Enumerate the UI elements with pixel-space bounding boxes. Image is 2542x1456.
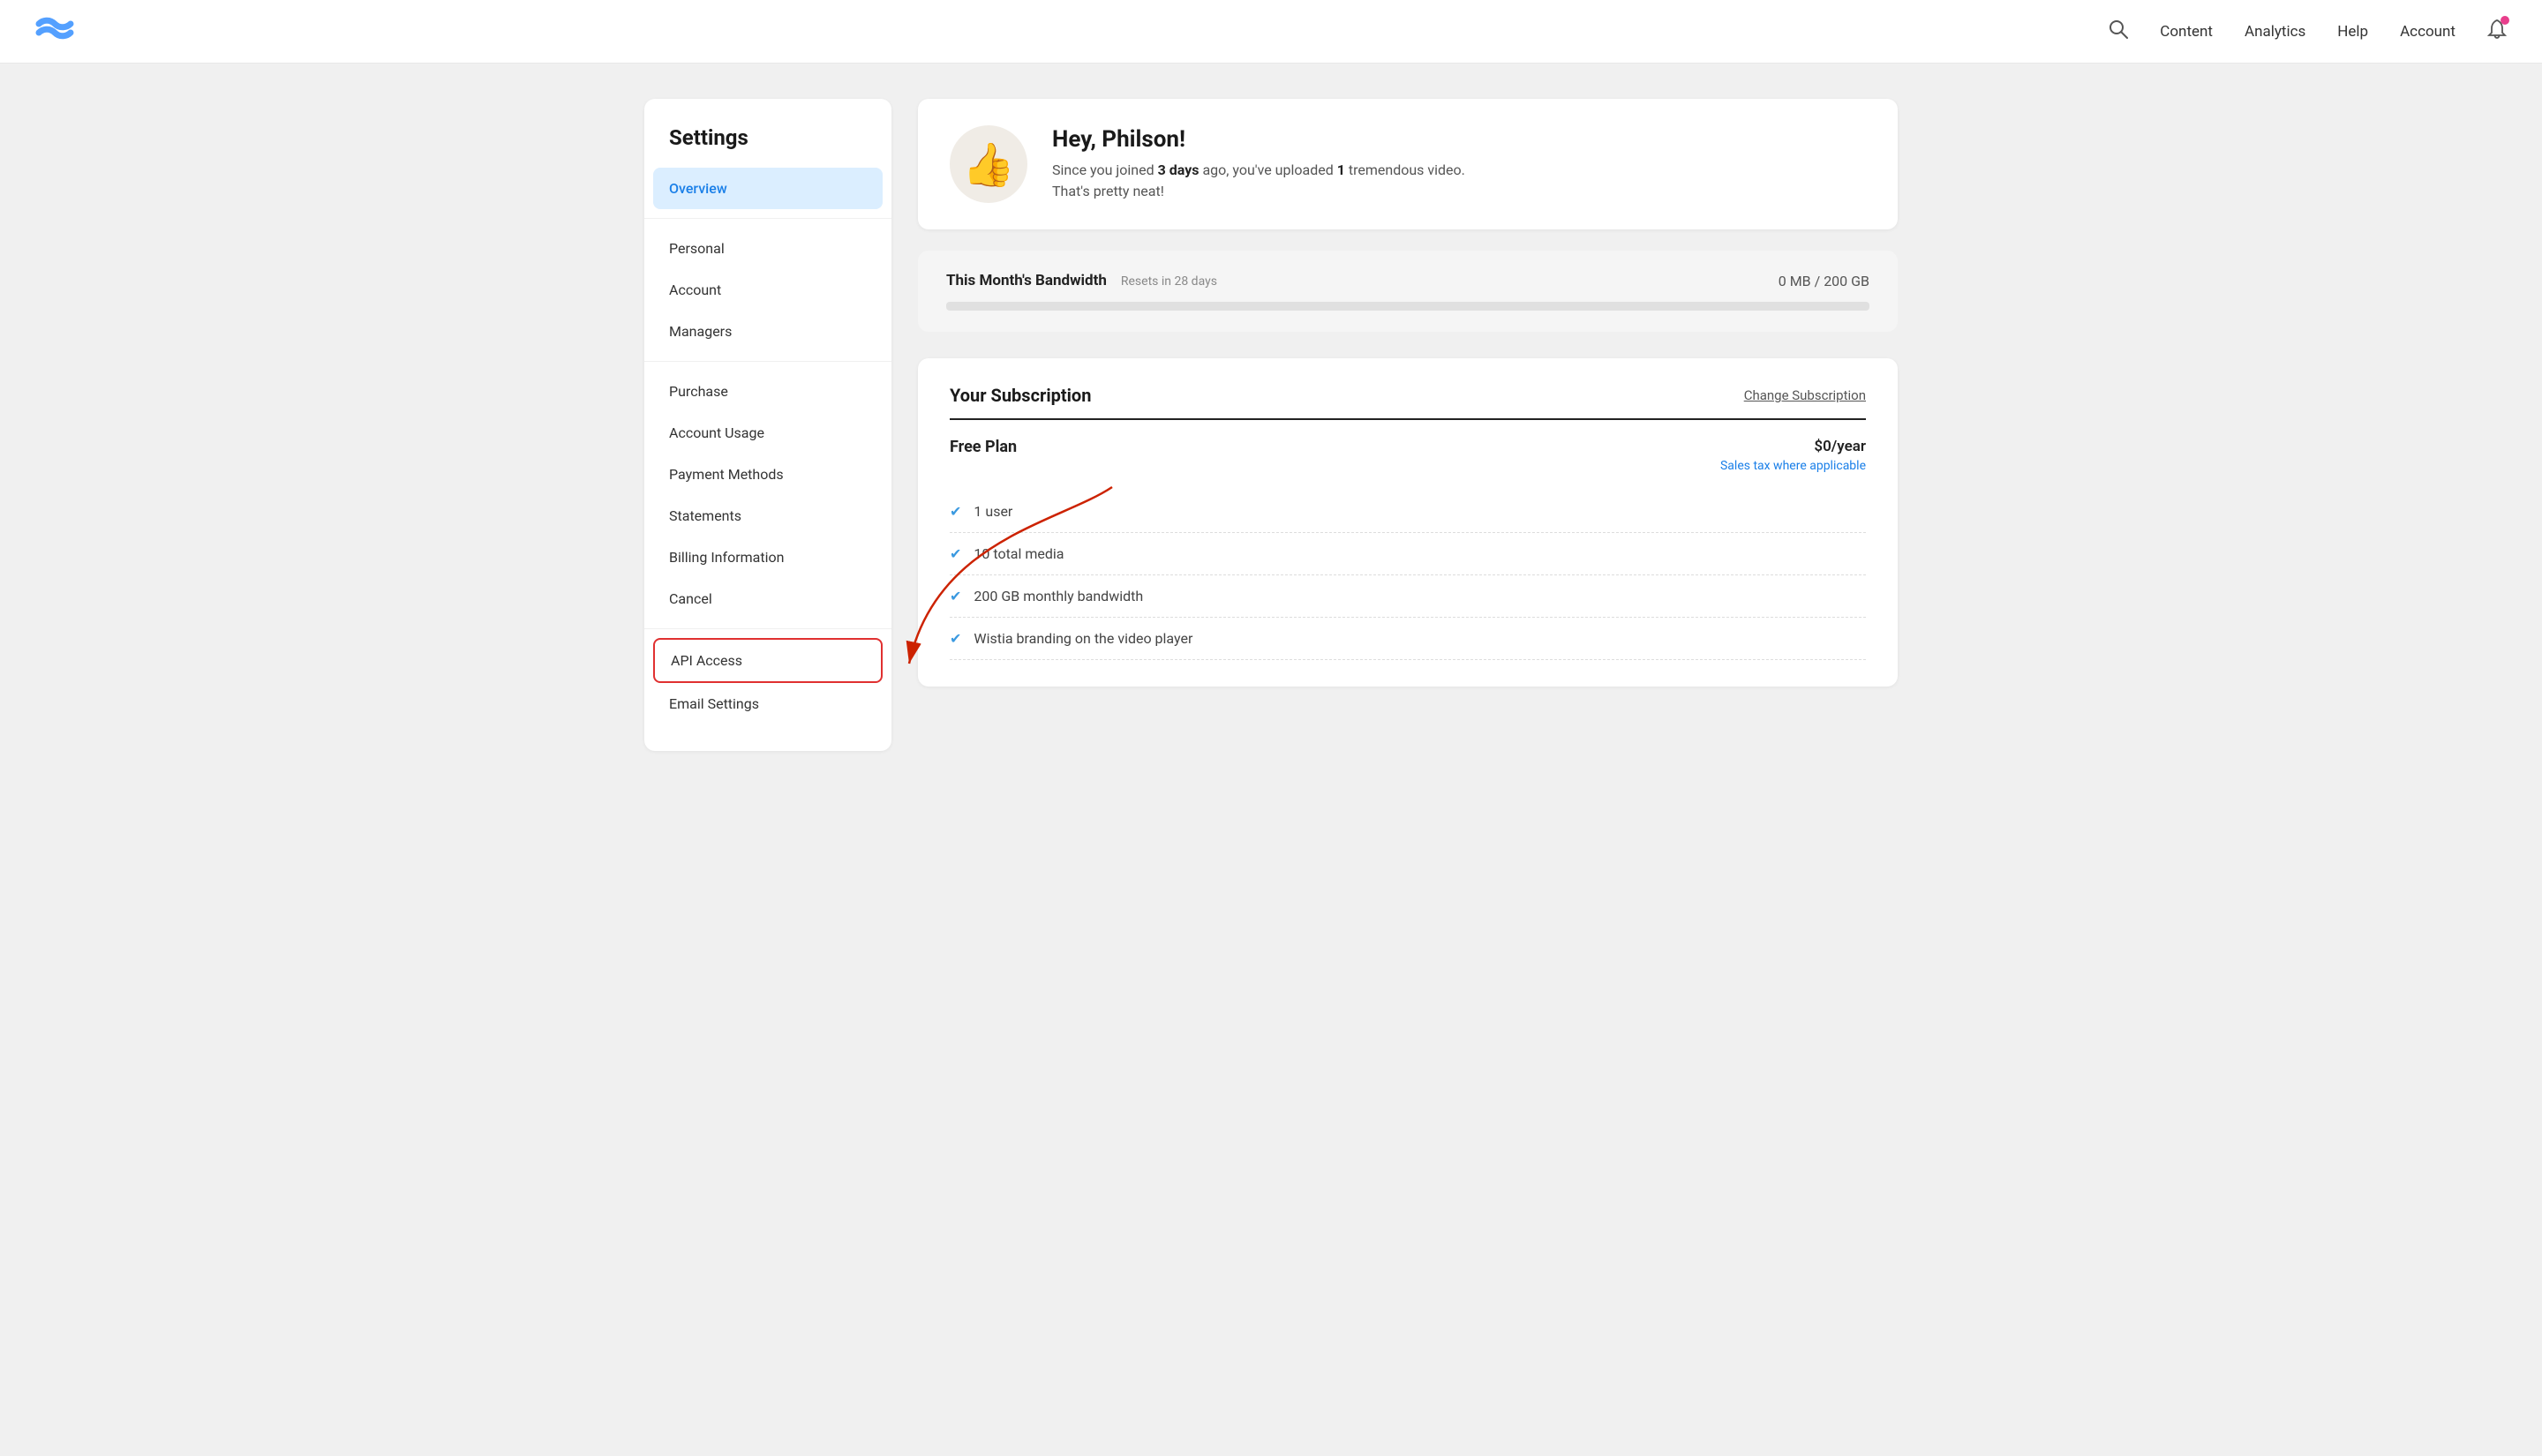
nav-account[interactable]: Account xyxy=(2400,23,2456,41)
search-icon[interactable] xyxy=(2109,19,2128,43)
bandwidth-value: 0 MB / 200 GB xyxy=(1779,273,1869,289)
subscription-header: Your Subscription Change Subscription xyxy=(950,385,1866,420)
welcome-text: Hey, Philson! Since you joined 3 days ag… xyxy=(1052,126,1465,202)
sidebar-item-account[interactable]: Account xyxy=(644,269,891,311)
sidebar-item-billing-information[interactable]: Billing Information xyxy=(644,537,891,578)
check-icon: ✔ xyxy=(950,588,961,604)
welcome-card: 👍 Hey, Philson! Since you joined 3 days … xyxy=(918,99,1898,229)
check-icon: ✔ xyxy=(950,503,961,520)
sidebar-item-cancel[interactable]: Cancel xyxy=(644,578,891,619)
main-container: Settings Overview Personal Account Manag… xyxy=(609,64,1933,786)
nav-analytics[interactable]: Analytics xyxy=(2245,23,2305,41)
bandwidth-subtitle: Resets in 28 days xyxy=(1121,274,1217,289)
logo[interactable] xyxy=(35,15,74,49)
top-navigation: Content Analytics Help Account xyxy=(0,0,2542,64)
days-count: 3 days xyxy=(1158,161,1200,178)
sidebar-item-payment-methods[interactable]: Payment Methods xyxy=(644,454,891,495)
feature-label: 10 total media xyxy=(974,545,1064,562)
sidebar-item-purchase[interactable]: Purchase xyxy=(644,371,891,412)
sidebar: Settings Overview Personal Account Manag… xyxy=(644,99,891,751)
subscription-title: Your Subscription xyxy=(950,385,1091,406)
nav-help[interactable]: Help xyxy=(2337,23,2368,41)
plan-name: Free Plan xyxy=(950,438,1017,456)
nav-content[interactable]: Content xyxy=(2160,23,2213,41)
greeting-heading: Hey, Philson! xyxy=(1052,126,1465,153)
sidebar-divider-3 xyxy=(644,628,891,629)
feature-label: 1 user xyxy=(974,503,1012,520)
sidebar-item-overview[interactable]: Overview xyxy=(653,168,883,209)
plan-price-sub: Sales tax where applicable xyxy=(1720,459,1866,473)
content-area: 👍 Hey, Philson! Since you joined 3 days … xyxy=(918,99,1898,751)
sidebar-item-personal[interactable]: Personal xyxy=(644,228,891,269)
sidebar-item-api-access[interactable]: API Access xyxy=(653,638,883,683)
feature-label: 200 GB monthly bandwidth xyxy=(974,588,1143,604)
sidebar-item-account-usage[interactable]: Account Usage xyxy=(644,412,891,454)
sidebar-title: Settings xyxy=(644,125,891,168)
notification-dot xyxy=(2501,16,2509,25)
sidebar-item-email-settings[interactable]: Email Settings xyxy=(644,683,891,724)
check-icon: ✔ xyxy=(950,630,961,647)
list-item: ✔ 10 total media xyxy=(950,533,1866,575)
list-item: ✔ Wistia branding on the video player xyxy=(950,618,1866,660)
check-icon: ✔ xyxy=(950,545,961,562)
avatar: 👍 xyxy=(950,125,1027,203)
bandwidth-title: This Month's Bandwidth xyxy=(946,272,1107,289)
video-count: 1 xyxy=(1337,161,1345,178)
welcome-message: Since you joined 3 days ago, you've uplo… xyxy=(1052,160,1465,202)
subscription-section: Your Subscription Change Subscription Fr… xyxy=(918,358,1898,687)
plan-features-list: ✔ 1 user ✔ 10 total media ✔ 200 GB month… xyxy=(950,491,1866,660)
bandwidth-header: This Month's Bandwidth Resets in 28 days… xyxy=(946,272,1869,289)
topnav-right: Content Analytics Help Account xyxy=(2109,19,2507,45)
bandwidth-bar-background xyxy=(946,302,1869,311)
plan-header: Free Plan $0/year Sales tax where applic… xyxy=(950,438,1866,473)
sidebar-divider-2 xyxy=(644,361,891,362)
sidebar-item-managers[interactable]: Managers xyxy=(644,311,891,352)
change-subscription-link[interactable]: Change Subscription xyxy=(1744,387,1866,403)
welcome-line2: That's pretty neat! xyxy=(1052,183,1164,199)
list-item: ✔ 1 user xyxy=(950,491,1866,533)
feature-label: Wistia branding on the video player xyxy=(974,630,1192,647)
plan-price: $0/year Sales tax where applicable xyxy=(1720,438,1866,473)
sidebar-item-statements[interactable]: Statements xyxy=(644,495,891,537)
bandwidth-card: This Month's Bandwidth Resets in 28 days… xyxy=(918,251,1898,332)
list-item: ✔ 200 GB monthly bandwidth xyxy=(950,575,1866,618)
sidebar-divider-1 xyxy=(644,218,891,219)
notifications-bell[interactable] xyxy=(2487,19,2507,45)
bandwidth-title-group: This Month's Bandwidth Resets in 28 days xyxy=(946,272,1217,289)
plan-price-main: $0/year xyxy=(1720,438,1866,455)
